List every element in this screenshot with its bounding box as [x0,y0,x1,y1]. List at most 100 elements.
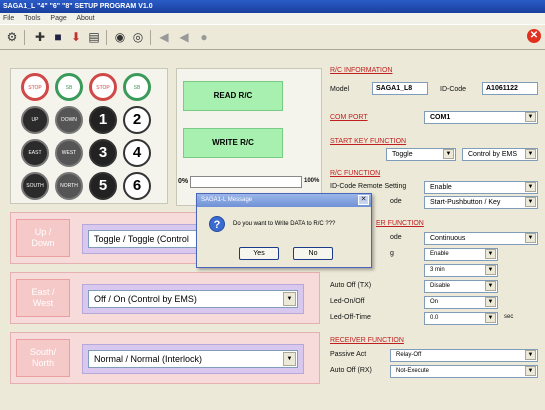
chevron-down-icon[interactable]: ▼ [525,233,536,243]
chevron-down-icon[interactable]: ▼ [283,352,296,366]
com-port-select[interactable]: COM1 ▼ [424,111,538,124]
start-key-select-1[interactable]: Toggle ▼ [386,148,456,161]
start-mode-label: ode [390,198,402,205]
menu-tools[interactable]: Tools [24,15,40,22]
auto-off-rx-select[interactable]: Not-Execute ▼ [390,365,538,378]
eastwest-select[interactable]: Off / On (Control by EMS) ▼ [88,290,298,308]
remote-keypad: STOP SB STOP SB UP DOWN 1 2 EAST WEST 3 … [10,68,168,204]
chevron-down-icon[interactable]: ▼ [525,182,536,192]
model-field: SAGA1_L8 [372,82,428,95]
chevron-down-icon[interactable]: ▼ [525,197,536,207]
chevron-down-icon[interactable]: ▼ [525,350,536,360]
passive-act-label: Passive Act [330,351,367,358]
chevron-down-icon[interactable]: ▼ [525,112,536,122]
print-icon[interactable]: ▤ [86,29,102,45]
key-sb-1[interactable]: SB [55,73,83,101]
key-down[interactable]: DOWN [55,106,83,134]
tx-time-select[interactable]: 3 min ▼ [424,264,498,277]
chevron-down-icon[interactable]: ▼ [485,249,496,259]
key-2[interactable]: 2 [123,106,151,134]
chevron-down-icon[interactable]: ▼ [485,281,496,291]
key-west[interactable]: WEST [55,139,83,167]
chevron-down-icon[interactable]: ▼ [485,313,496,323]
receiver-title: RECEIVER FUNCTION [330,337,404,344]
southnorth-button[interactable]: South/ North [16,339,70,377]
read-rc-button[interactable]: READ R/C [183,81,283,111]
led-onoff-select[interactable]: On ▼ [424,296,498,309]
chevron-down-icon[interactable]: ▼ [525,149,536,159]
progress-min-label: 0% [178,178,189,185]
dialog-message: Do you want to Write DATA to R/C ??? [233,221,336,227]
auto-off-tx-select[interactable]: Disable ▼ [424,280,498,293]
chevron-down-icon[interactable]: ▼ [283,292,296,306]
record-icon[interactable]: ● [196,29,212,45]
led-offtime-unit: sec [504,314,514,320]
key-up[interactable]: UP [21,106,49,134]
auto-off-rx-label: Auto Off (RX) [330,367,372,374]
key-1[interactable]: 1 [89,106,117,134]
southnorth-select[interactable]: Normal / Normal (Interlock) ▼ [88,350,298,368]
tx-r2-label: g [390,250,394,257]
updown-button[interactable]: Up / Down [16,219,70,257]
eastwest-button[interactable]: East / West [16,279,70,317]
menu-page[interactable]: Page [50,15,66,22]
chevron-down-icon[interactable]: ▼ [485,297,496,307]
menu-bar: File Tools Page About [0,13,545,24]
start-key-select-2[interactable]: Control by EMS ▼ [462,148,538,161]
confirm-dialog: SAGA1-L Message ✕ ? Do you want to Write… [196,193,372,268]
dialog-title: SAGA1-L Message [201,197,253,203]
close-icon[interactable]: ✕ [527,29,541,43]
chevron-down-icon[interactable]: ▼ [485,265,496,275]
window-title: SAGA1_L "4" "6" "8" SETUP PROGRAM V1.0 [0,0,545,13]
led-offtime-select[interactable]: 0.0 ▼ [424,312,498,325]
idcode-remote-select[interactable]: Enable ▼ [424,181,538,194]
rc-function-title: R/C FUNCTION [330,170,381,177]
led-offtime-label: Led-Off-Time [330,314,371,321]
idcode-field: A1061122 [482,82,538,95]
question-icon: ? [209,216,225,232]
save-icon[interactable]: ■ [50,29,66,45]
connect2-icon[interactable]: ◀ [176,29,192,45]
progress-max-label: 100% [304,178,320,184]
key-south[interactable]: SOUTH [21,172,49,200]
model-label: Model [330,86,350,93]
close-icon[interactable]: ✕ [358,195,369,205]
write-rc-button[interactable]: WRITE R/C [183,128,283,158]
idcode-remote-label: ID-Code Remote Setting [330,183,407,190]
passive-act-select[interactable]: Relay-Off ▼ [390,349,538,362]
option1-icon[interactable]: ◉ [112,29,128,45]
tx-mode-label: ode [390,234,402,241]
key-6[interactable]: 6 [123,172,151,200]
progress-bar [190,176,302,188]
key-north[interactable]: NORTH [55,172,83,200]
key-4[interactable]: 4 [123,139,151,167]
key-5[interactable]: 5 [89,172,117,200]
yes-button[interactable]: Yes [239,247,279,260]
download-icon[interactable]: ⬇ [68,29,84,45]
connect-icon[interactable]: ◀ [156,29,172,45]
no-button[interactable]: No [293,247,333,260]
dialog-title-bar: SAGA1-L Message ✕ [197,194,371,207]
toolbar: ⚙ ✚ ■ ⬇ ▤ ◉ ◎ ◀ ◀ ● [0,24,545,50]
idcode-label: ID-Code [440,86,467,93]
key-3[interactable]: 3 [89,139,117,167]
rc-info-title: R/C INFORMATION [330,67,393,74]
key-stop-1[interactable]: STOP [21,73,49,101]
option2-icon[interactable]: ◎ [130,29,146,45]
start-key-title: START KEY FUNCTION [330,138,407,145]
tx-r2-select[interactable]: Enable ▼ [424,248,498,261]
start-mode-select[interactable]: Start-Pushbutton / Key ▼ [424,196,538,209]
pin-icon[interactable]: ✚ [32,29,48,45]
key-stop-2[interactable]: STOP [89,73,117,101]
key-sb-2[interactable]: SB [123,73,151,101]
menu-about[interactable]: About [76,15,94,22]
settings-icon[interactable]: ⚙ [4,29,20,45]
updown-select[interactable]: Toggle / Toggle (Control [88,230,198,248]
key-east[interactable]: EAST [21,139,49,167]
auto-off-tx-label: Auto Off (TX) [330,282,372,289]
chevron-down-icon[interactable]: ▼ [525,366,536,376]
tx-mode-select[interactable]: Continuous ▼ [424,232,538,245]
chevron-down-icon[interactable]: ▼ [443,149,454,159]
menu-file[interactable]: File [3,15,14,22]
com-port-title: COM PORT [330,114,368,121]
